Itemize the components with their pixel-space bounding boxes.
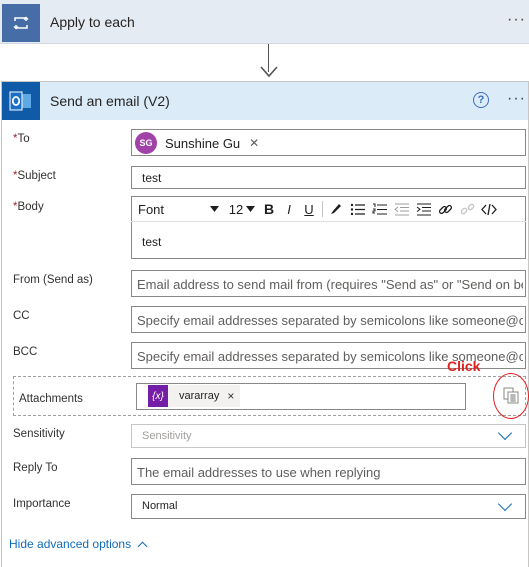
- subject-label-text: Subject: [17, 170, 56, 182]
- loop-icon: [2, 4, 40, 42]
- font-size-dropdown[interactable]: 12: [225, 198, 259, 220]
- subject-field[interactable]: test: [131, 166, 526, 189]
- chevron-down-icon: [497, 425, 513, 441]
- vararray-token: {x} vararray ×: [148, 385, 241, 407]
- bcc-label: BCC: [13, 346, 38, 358]
- click-annotation-text: Click: [447, 358, 481, 374]
- loop-more-options-button[interactable]: ···: [507, 11, 526, 29]
- rich-text-toolbar: Font 12 B I U: [131, 197, 526, 222]
- decrease-indent-icon[interactable]: [390, 198, 412, 220]
- from-label: From (Send as): [13, 274, 93, 286]
- chevron-up-icon: [137, 541, 148, 551]
- underline-button[interactable]: U: [299, 198, 319, 220]
- to-label-text: To: [17, 133, 30, 145]
- remove-token-button[interactable]: ×: [227, 389, 234, 403]
- hide-advanced-options-label: Hide advanced options: [9, 537, 132, 551]
- to-label: *To: [13, 133, 30, 145]
- font-family-value: Font: [138, 201, 165, 217]
- highlight-pen-icon[interactable]: [326, 198, 346, 220]
- connector-arrow-icon: [260, 66, 278, 78]
- remove-recipient-button[interactable]: ✕: [249, 136, 259, 150]
- from-field[interactable]: Email address to send mail from (require…: [131, 270, 526, 297]
- link-icon[interactable]: [434, 198, 456, 220]
- cc-placeholder: Specify email addresses separated by sem…: [137, 313, 523, 328]
- attachments-field[interactable]: {x} vararray ×: [136, 383, 466, 410]
- subject-label: *Subject: [13, 170, 56, 182]
- caret-down-icon: [210, 206, 219, 212]
- click-annotation-circle: [493, 373, 529, 419]
- reply-to-field[interactable]: The email addresses to use when replying: [131, 458, 526, 485]
- reply-to-label: Reply To: [13, 462, 58, 474]
- numbered-list-icon[interactable]: [368, 198, 390, 220]
- email-more-options-button[interactable]: ···: [507, 90, 526, 108]
- bulleted-list-icon[interactable]: [346, 198, 368, 220]
- sensitivity-dropdown[interactable]: Sensitivity: [131, 424, 526, 448]
- font-size-value: 12: [228, 201, 244, 217]
- apply-to-each-title: Apply to each: [50, 14, 135, 30]
- unlink-icon[interactable]: [456, 198, 478, 220]
- cc-label: CC: [13, 310, 30, 322]
- importance-value: Normal: [142, 500, 178, 512]
- vararray-token-label: vararray: [179, 390, 220, 402]
- cc-field[interactable]: Specify email addresses separated by sem…: [131, 306, 526, 333]
- subject-value: test: [142, 171, 162, 185]
- sensitivity-label: Sensitivity: [13, 428, 65, 440]
- send-email-title: Send an email (V2): [50, 93, 170, 109]
- body-content: test: [142, 235, 162, 249]
- importance-dropdown[interactable]: Normal: [131, 494, 526, 519]
- body-label-text: Body: [17, 201, 44, 213]
- to-field[interactable]: SG Sunshine Gu ✕: [131, 129, 526, 156]
- code-view-icon[interactable]: [478, 198, 500, 220]
- variable-icon: {x}: [148, 385, 168, 407]
- increase-indent-icon[interactable]: [412, 198, 434, 220]
- font-family-dropdown[interactable]: Font: [131, 198, 225, 220]
- recipient-token: SG Sunshine Gu ✕: [135, 132, 259, 154]
- bold-button[interactable]: B: [259, 198, 279, 220]
- avatar: SG: [135, 132, 157, 154]
- attachments-label: Attachments: [19, 393, 83, 405]
- reply-to-placeholder: The email addresses to use when replying: [137, 465, 381, 480]
- outlook-icon: [2, 82, 40, 120]
- importance-label: Importance: [13, 498, 71, 510]
- hide-advanced-options-link[interactable]: Hide advanced options: [9, 537, 148, 551]
- help-icon[interactable]: ?: [473, 92, 489, 108]
- chevron-down-icon: [497, 496, 513, 512]
- sensitivity-placeholder: Sensitivity: [142, 430, 192, 442]
- italic-button[interactable]: I: [279, 198, 299, 220]
- from-placeholder: Email address to send mail from (require…: [137, 277, 523, 292]
- caret-down-icon: [246, 206, 256, 212]
- body-label: *Body: [13, 201, 44, 213]
- recipient-name: Sunshine Gu: [165, 135, 241, 151]
- toolbar-divider: [322, 201, 323, 217]
